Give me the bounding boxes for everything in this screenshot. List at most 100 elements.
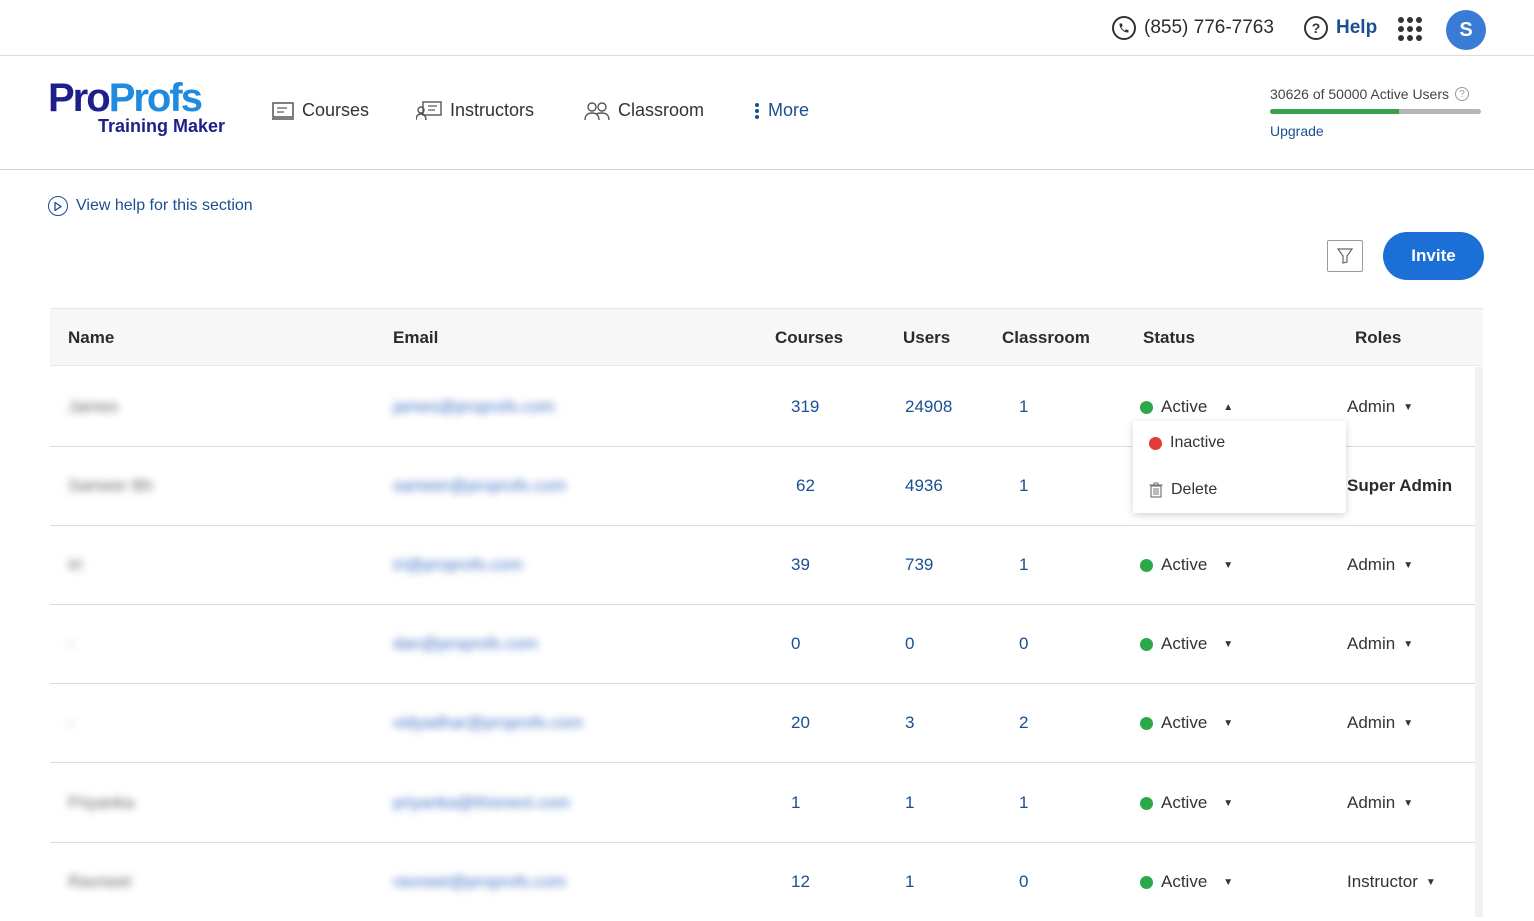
row-users[interactable]: 4936 [905,476,943,496]
nav-instructors[interactable]: Instructors [416,100,534,121]
view-help-link[interactable]: View help for this section [48,196,253,216]
row-classroom[interactable]: 1 [1019,555,1028,575]
row-classroom[interactable]: 1 [1019,476,1028,496]
row-classroom[interactable]: 1 [1019,793,1028,813]
role-dropdown[interactable]: Admin ▼ [1347,713,1413,733]
row-email[interactable]: james@proprofs.com [393,397,555,417]
row-name: - [68,634,74,653]
row-classroom[interactable]: 2 [1019,713,1028,733]
row-courses[interactable]: 1 [791,793,800,813]
main-navbar: ProProfs Training Maker Courses Instruct… [0,56,1534,170]
active-dot [1140,637,1153,651]
status-dropdown[interactable]: Active ▼ [1140,713,1233,733]
top-utility-bar: (855) 776-7763 ? Help S [0,0,1534,56]
role-label: Admin [1347,397,1396,416]
row-name: Iri [68,555,83,574]
status-dropdown[interactable]: Active ▼ [1140,872,1233,892]
question-icon[interactable]: ? [1455,87,1470,101]
filter-button[interactable] [1327,240,1363,272]
avatar[interactable]: S [1446,10,1486,50]
header-status[interactable]: Status [1143,328,1195,348]
row-email[interactable]: priyanka@thisnext.com [393,793,570,813]
row-courses[interactable]: 39 [791,555,810,575]
row-classroom[interactable]: 0 [1019,872,1028,892]
row-name: James [68,397,119,416]
row-name: Priyanka [68,793,135,812]
row-users[interactable]: 0 [905,634,914,654]
role-dropdown[interactable]: Instructor ▼ [1347,872,1436,892]
role-dropdown[interactable]: Admin ▼ [1347,555,1413,575]
row-users[interactable]: 24908 [905,397,952,417]
help-link[interactable]: ? Help [1304,16,1377,40]
header-courses[interactable]: Courses [775,328,843,348]
nav-courses-label: Courses [302,100,370,120]
caret-down-icon: ▼ [1223,717,1234,729]
caret-up-icon: ▲ [1223,401,1234,413]
row-courses[interactable]: 319 [791,397,819,417]
header-classroom[interactable]: Classroom [1002,328,1090,348]
caret-down-icon: ▼ [1223,797,1234,809]
status-dropdown[interactable]: Active ▼ [1140,634,1233,654]
nav-more[interactable]: More [754,100,809,121]
table-header: Name Email Courses Users Classroom Statu… [50,308,1483,366]
invite-button[interactable]: Invite [1383,232,1484,280]
phone-link[interactable]: (855) 776-7763 [1112,16,1274,40]
caret-down-icon: ▼ [1425,876,1436,888]
role-dropdown[interactable]: Admin ▼ [1347,397,1413,417]
nav-classroom[interactable]: Classroom [584,100,704,121]
header-roles[interactable]: Roles [1355,328,1401,348]
row-courses[interactable]: 12 [791,872,810,892]
header-users[interactable]: Users [903,328,950,348]
apps-grid-icon[interactable] [1398,17,1422,41]
role-dropdown[interactable]: Admin ▼ [1347,634,1413,654]
menu-item-inactive[interactable]: Inactive [1149,434,1225,452]
row-email[interactable]: vidyadhar@proprofs.com [393,713,583,733]
role-label-super-admin: Super Admin [1347,476,1453,495]
row-classroom[interactable]: 0 [1019,634,1028,654]
logo-subtitle: Training Maker [98,116,226,136]
row-courses[interactable]: 0 [791,634,800,654]
caret-down-icon: ▼ [1223,638,1234,650]
row-courses[interactable]: 20 [791,713,810,733]
status-dropdown-menu: Inactive Delete [1133,421,1346,513]
help-label: Help [1336,17,1378,38]
nav-courses[interactable]: Courses [272,100,369,121]
row-email[interactable]: dan@proprofs.com [393,634,538,654]
row-users[interactable]: 739 [905,555,933,575]
status-dropdown[interactable]: Active ▲ [1140,397,1233,417]
role-dropdown[interactable]: Admin ▼ [1347,793,1413,813]
row-users[interactable]: 1 [905,793,914,813]
row-name: Ravneet [68,872,132,891]
role-label: Admin [1347,713,1396,732]
menu-item-inactive-label: Inactive [1170,434,1226,451]
role-label: Instructor [1347,872,1418,891]
status-label: Active [1161,713,1208,732]
header-email[interactable]: Email [393,328,438,348]
upgrade-link[interactable]: Upgrade [1270,123,1482,139]
header-name[interactable]: Name [68,328,114,348]
more-vertical-icon [755,102,759,119]
row-classroom[interactable]: 1 [1019,397,1028,417]
row-email[interactable]: sameer@proprofs.com [393,476,566,496]
active-users-text: 30626 of 50000 Active Users [1270,86,1450,102]
caret-down-icon: ▼ [1403,717,1414,729]
row-email[interactable]: ravneet@proprofs.com [393,872,566,892]
row-courses[interactable]: 62 [796,476,815,496]
active-dot [1140,400,1153,414]
status-label: Active [1161,793,1208,812]
caret-down-icon: ▼ [1403,797,1414,809]
proprofs-logo[interactable]: ProProfs Training Maker [48,78,226,136]
row-users[interactable]: 3 [905,713,914,733]
row-name: - [68,713,74,732]
status-label: Active [1161,555,1208,574]
table-scrollbar[interactable] [1475,367,1483,917]
status-dropdown[interactable]: Active ▼ [1140,793,1233,813]
row-name: Sameer Bh [68,476,154,495]
table-row: Priyanka priyanka@thisnext.com 1 1 1 Act… [50,763,1475,843]
row-email[interactable]: iri@proprofs.com [393,555,523,575]
phone-icon [1112,16,1136,40]
status-dropdown[interactable]: Active ▼ [1140,555,1233,575]
nav-instructors-label: Instructors [450,100,535,120]
menu-item-delete[interactable]: Delete [1149,481,1217,499]
row-users[interactable]: 1 [905,872,914,892]
